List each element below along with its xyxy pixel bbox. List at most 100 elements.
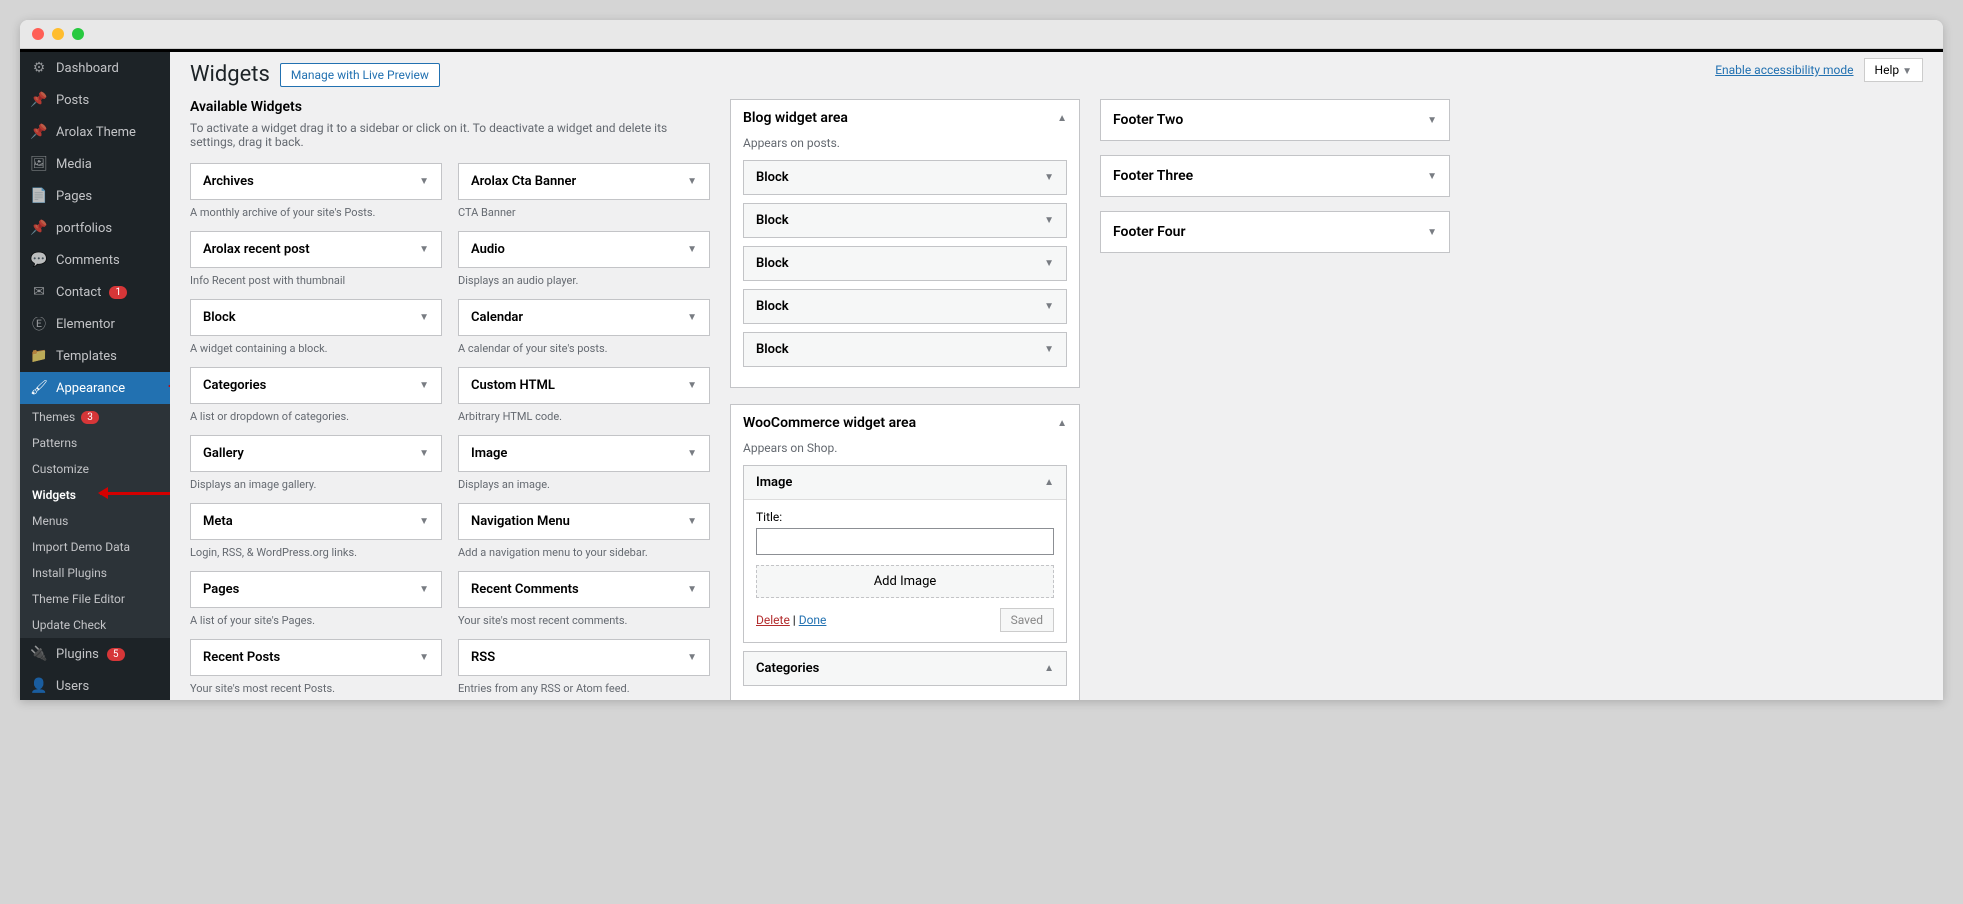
image-widget-header[interactable]: Image ▲: [744, 466, 1066, 499]
widget-name: Block: [203, 310, 236, 325]
widget-description: Displays an audio player.: [458, 274, 710, 287]
footer-areas-column: Footer Two▼ Footer Three▼ Footer Four▼: [1100, 99, 1450, 700]
woo-widget-area: WooCommerce widget area ▲ Appears on Sho…: [730, 404, 1080, 700]
sidebar-item-arolax-theme[interactable]: 📌Arolax Theme: [20, 116, 170, 148]
submenu-item-update-check[interactable]: Update Check: [20, 612, 170, 638]
sidebar-item-media[interactable]: 🖼Media: [20, 148, 170, 180]
footer-area-footer-four[interactable]: Footer Four▼: [1100, 211, 1450, 253]
widget-arolax-cta-banner[interactable]: Arolax Cta Banner▼: [458, 163, 710, 200]
widget-archives[interactable]: Archives▼: [190, 163, 442, 200]
sidebar-item-contact[interactable]: ✉Contact1: [20, 276, 170, 308]
widget-arolax-recent-post[interactable]: Arolax recent post▼: [190, 231, 442, 268]
sidebar-item-pages[interactable]: 📄Pages: [20, 180, 170, 212]
sidebar-item-templates[interactable]: 📁Templates: [20, 340, 170, 372]
minimize-dot[interactable]: [52, 28, 64, 40]
footer-area-footer-three[interactable]: Footer Three▼: [1100, 155, 1450, 197]
block-widget-header[interactable]: Block▼: [744, 290, 1066, 323]
available-widget-cell: Custom HTML▼Arbitrary HTML code.: [458, 367, 710, 427]
submenu-item-widgets[interactable]: WidgetsStep - 2: [20, 482, 170, 508]
widget-recent-comments[interactable]: Recent Comments▼: [458, 571, 710, 608]
submenu-item-menus[interactable]: Menus: [20, 508, 170, 534]
widget-calendar[interactable]: Calendar▼: [458, 299, 710, 336]
submenu-item-theme-file-editor[interactable]: Theme File Editor: [20, 586, 170, 612]
widget-block[interactable]: Block▼: [190, 299, 442, 336]
sidebar-item-comments[interactable]: 💬Comments: [20, 244, 170, 276]
block-widget-header[interactable]: Block ▼: [744, 161, 1066, 194]
placed-block-widget: Block▼: [743, 289, 1067, 324]
live-preview-button[interactable]: Manage with Live Preview: [280, 63, 440, 87]
sidebar-item-appearance[interactable]: 🖌AppearanceStep - 1: [20, 372, 170, 404]
widget-custom-html[interactable]: Custom HTML▼: [458, 367, 710, 404]
widget-navigation-menu[interactable]: Navigation Menu▼: [458, 503, 710, 540]
chevron-down-icon: ▼: [1427, 227, 1437, 238]
page-title: Widgets: [190, 62, 270, 87]
done-link[interactable]: Done: [799, 613, 827, 627]
add-image-button[interactable]: Add Image: [756, 565, 1054, 598]
categories-widget-header[interactable]: Categories ▲: [744, 652, 1066, 685]
submenu-item-import-demo-data[interactable]: Import Demo Data: [20, 534, 170, 560]
sidebar-item-portfolios[interactable]: 📌portfolios: [20, 212, 170, 244]
widget-name: Calendar: [471, 310, 523, 325]
submenu-item-patterns[interactable]: Patterns: [20, 430, 170, 456]
sidebar-item-label: portfolios: [56, 221, 112, 236]
available-widget-cell: Image▼ Displays an image.: [458, 435, 710, 495]
block-widget-header[interactable]: Block▼: [744, 333, 1066, 366]
widget-pages[interactable]: Pages▼: [190, 571, 442, 608]
chevron-down-icon: ▼: [419, 448, 429, 459]
widget-name: Recent Posts: [203, 650, 280, 665]
widget-description: Displays an image gallery.: [190, 478, 442, 491]
page-header: Widgets Manage with Live Preview: [190, 62, 1923, 87]
widget-rss[interactable]: RSS ▼: [458, 639, 710, 676]
available-widget-cell: Block▼ A widget containing a block.: [190, 299, 442, 359]
help-tab[interactable]: Help ▼: [1864, 58, 1923, 82]
widget-recent-posts[interactable]: Recent Posts▼: [190, 639, 442, 676]
available-widget-cell: Archives▼A monthly archive of your site'…: [190, 163, 442, 223]
block-widget-header[interactable]: Block▼: [744, 247, 1066, 280]
widget-description: A list or dropdown of categories.: [190, 410, 442, 423]
chevron-down-icon: ▼: [1044, 172, 1054, 183]
available-widget-cell: Meta▼Login, RSS, & WordPress.org links.: [190, 503, 442, 563]
chevron-up-icon: ▲: [1057, 418, 1067, 429]
widget-meta[interactable]: Meta▼: [190, 503, 442, 540]
widget-name: RSS: [471, 650, 495, 665]
widget-label: Block: [756, 170, 789, 185]
block-widget-header[interactable]: Block▼: [744, 204, 1066, 237]
maximize-dot[interactable]: [72, 28, 84, 40]
delete-link[interactable]: Delete: [756, 613, 790, 627]
sidebar-item-dashboard[interactable]: ⚙Dashboard: [20, 52, 170, 84]
woo-area-header[interactable]: WooCommerce widget area ▲: [731, 405, 1079, 441]
available-widget-cell: Gallery▼ Displays an image gallery.: [190, 435, 442, 495]
accessibility-mode-link[interactable]: Enable accessibility mode: [1715, 63, 1853, 77]
submenu-item-themes[interactable]: Themes3: [20, 404, 170, 430]
chevron-down-icon: ▼: [1044, 215, 1054, 226]
widget-audio[interactable]: Audio▼: [458, 231, 710, 268]
close-dot[interactable]: [32, 28, 44, 40]
widget-categories[interactable]: Categories▼: [190, 367, 442, 404]
saved-button[interactable]: Saved: [1000, 608, 1054, 632]
available-widgets-column: Available Widgets To activate a widget d…: [190, 99, 710, 700]
widget-image[interactable]: Image▼: [458, 435, 710, 472]
chevron-down-icon: ▼: [687, 652, 697, 663]
widget-name: Arolax Cta Banner: [471, 174, 576, 189]
sidebar-item-elementor[interactable]: ⒺElementor: [20, 308, 170, 340]
sidebar-item-label: Users: [56, 679, 89, 694]
widget-name: Recent Comments: [471, 582, 579, 597]
widget-description: A widget containing a block.: [190, 342, 442, 355]
submenu-item-customize[interactable]: Customize: [20, 456, 170, 482]
widget-description: Displays an image.: [458, 478, 710, 491]
footer-area-footer-two[interactable]: Footer Two▼: [1100, 99, 1450, 141]
chevron-down-icon: ▼: [419, 176, 429, 187]
widget-gallery[interactable]: Gallery▼: [190, 435, 442, 472]
submenu-label: Menus: [32, 514, 68, 528]
available-widget-cell: Arolax recent post▼Info Recent post with…: [190, 231, 442, 291]
sidebar-item-plugins[interactable]: 🔌Plugins5: [20, 638, 170, 670]
blog-area-header[interactable]: Blog widget area ▲: [731, 100, 1079, 136]
chevron-down-icon: ▼: [1044, 258, 1054, 269]
submenu-item-install-plugins[interactable]: Install Plugins: [20, 560, 170, 586]
wordpress-admin-window: ⚙Dashboard📌Posts📌Arolax Theme🖼Media📄Page…: [20, 20, 1943, 700]
sidebar-item-label: Contact: [56, 285, 101, 300]
sidebar-item-users[interactable]: 👤Users: [20, 670, 170, 700]
title-input[interactable]: [756, 528, 1054, 555]
sidebar-item-posts[interactable]: 📌Posts: [20, 84, 170, 116]
chevron-up-icon: ▲: [1044, 663, 1054, 674]
